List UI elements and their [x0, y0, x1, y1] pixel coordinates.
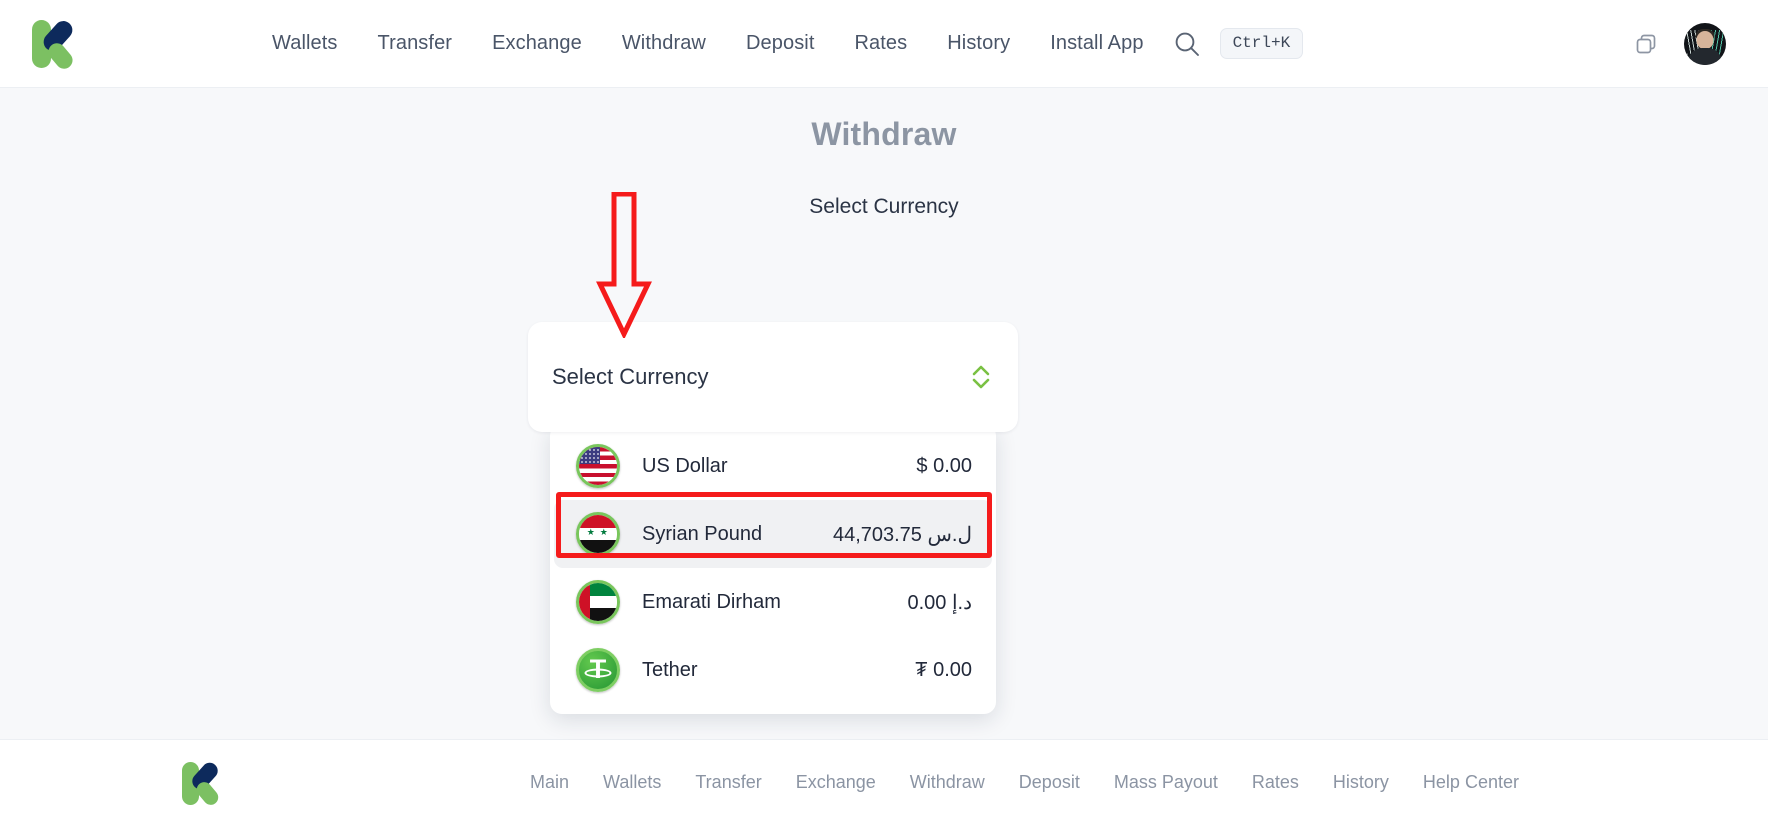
list-item[interactable]: Emarati Dirham د.إ 0.00 — [554, 568, 992, 636]
top-header: Wallets Transfer Exchange Withdraw Depos… — [0, 0, 1768, 88]
syria-flag-icon — [576, 512, 620, 556]
page-content: Withdraw Select Currency Select Currency… — [0, 88, 1768, 739]
tether-ellipse-shape — [584, 668, 612, 678]
syria-flag-red-band — [579, 515, 617, 528]
nav-item-history[interactable]: History — [947, 32, 1010, 55]
nav-item-install-app[interactable]: Install App — [1050, 32, 1143, 55]
search-icon[interactable] — [1172, 29, 1202, 59]
uae-flag-green-band — [590, 583, 617, 596]
avatar-body-shape — [1688, 47, 1722, 65]
footer-item-wallets[interactable]: Wallets — [603, 772, 661, 793]
uae-flag-red-hoist — [579, 583, 591, 621]
nav-item-exchange[interactable]: Exchange — [492, 32, 582, 55]
kashflow-logo-icon[interactable] — [30, 16, 82, 72]
footer-item-transfer[interactable]: Transfer — [695, 772, 761, 793]
page-subtitle: Select Currency — [809, 195, 959, 218]
avatar[interactable] — [1684, 22, 1726, 65]
currency-name: Syrian Pound — [642, 522, 763, 545]
search-area: Ctrl+K — [1172, 28, 1304, 59]
currency-name: Emarati Dirham — [642, 590, 781, 613]
currency-name: US Dollar — [642, 454, 728, 477]
syria-flag-black-band — [579, 540, 617, 553]
currency-balance: د.إ 0.00 — [907, 591, 972, 614]
currency-balance: $ 0.00 — [916, 454, 972, 477]
copy-icon[interactable] — [1634, 32, 1658, 56]
kashflow-footer-logo-icon[interactable] — [180, 758, 226, 808]
footer-item-mass-payout[interactable]: Mass Payout — [1114, 772, 1218, 793]
us-flag-icon — [576, 444, 620, 488]
nav-item-deposit[interactable]: Deposit — [746, 32, 815, 55]
tether-icon: T — [576, 648, 620, 692]
currency-name: Tether — [642, 658, 698, 681]
nav-item-withdraw[interactable]: Withdraw — [622, 32, 706, 55]
currency-select-value: Select Currency — [552, 364, 709, 389]
footer-item-history[interactable]: History — [1333, 772, 1389, 793]
footer-item-withdraw[interactable]: Withdraw — [910, 772, 985, 793]
uae-flag-black-band — [590, 608, 617, 621]
us-flag-stars — [580, 448, 601, 466]
currency-balance: ₮ 0.00 — [915, 658, 972, 681]
list-item[interactable]: Syrian Pound ل.س 44,703.75 — [554, 500, 992, 568]
footer-item-main[interactable]: Main — [530, 772, 569, 793]
header-actions — [1634, 22, 1742, 65]
footer-item-help-center[interactable]: Help Center — [1423, 772, 1519, 793]
footer-item-rates[interactable]: Rates — [1252, 772, 1299, 793]
currency-balance: ل.س 44,703.75 — [832, 523, 972, 546]
list-item[interactable]: US Dollar $ 0.00 — [554, 432, 992, 500]
avatar-face-shape — [1696, 30, 1714, 49]
footer-navigation: Main Wallets Transfer Exchange Withdraw … — [530, 772, 1519, 793]
chevron-up-down-icon[interactable] — [970, 360, 992, 394]
nav-item-wallets[interactable]: Wallets — [272, 32, 338, 55]
currency-dropdown-list: US Dollar $ 0.00 Syrian Pound ل.س 44,703… — [550, 424, 996, 714]
footer-item-deposit[interactable]: Deposit — [1019, 772, 1080, 793]
nav-item-transfer[interactable]: Transfer — [378, 32, 453, 55]
currency-select[interactable]: Select Currency — [528, 322, 1018, 432]
list-item[interactable]: T Tether ₮ 0.00 — [554, 636, 992, 704]
search-shortcut-badge[interactable]: Ctrl+K — [1219, 28, 1304, 59]
syria-flag-white-band — [579, 527, 617, 541]
footer-item-exchange[interactable]: Exchange — [796, 772, 876, 793]
nav-item-rates[interactable]: Rates — [855, 32, 908, 55]
uae-flag-icon — [576, 580, 620, 624]
primary-navigation: Wallets Transfer Exchange Withdraw Depos… — [272, 32, 1144, 55]
page-footer: Main Wallets Transfer Exchange Withdraw … — [0, 739, 1768, 825]
page-title: Withdraw — [811, 116, 957, 152]
uae-flag-white-band — [590, 595, 617, 609]
